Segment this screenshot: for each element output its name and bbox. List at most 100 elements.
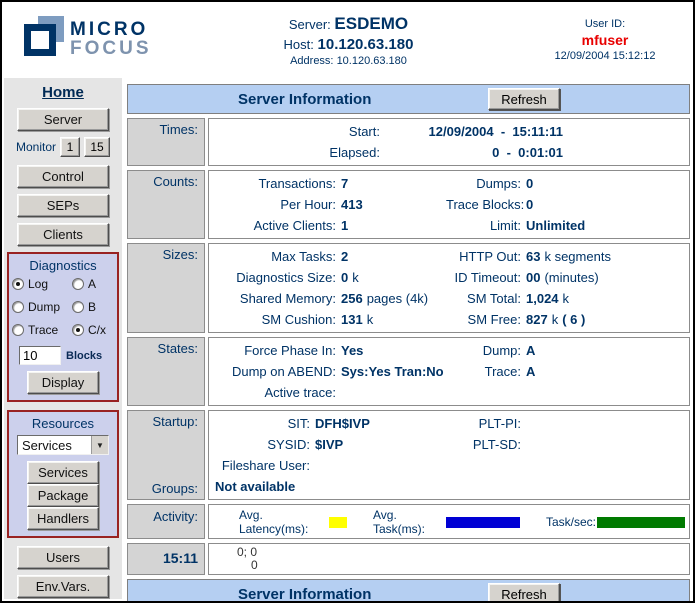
activity-label: Activity:: [127, 504, 205, 539]
panel-title: Server Information: [238, 91, 371, 108]
panel-footer-title: Server Information: [238, 586, 371, 603]
blocks-label: Blocks: [66, 350, 102, 362]
startup-content: SIT:DFH$IVPPLT-PI: SYSID:$IVPPLT-SD: Fil…: [208, 410, 690, 500]
radio-b-dot[interactable]: [72, 301, 84, 313]
times-label: Times:: [127, 118, 205, 166]
envvars-button[interactable]: Env.Vars.: [17, 575, 109, 598]
counts-row: Counts: Transactions:7Dumps:0 Per Hour:4…: [127, 170, 690, 239]
monitor-count-button[interactable]: 15: [84, 137, 110, 157]
panel-footer-band: Server Information Refresh: [127, 579, 690, 603]
task-swatch: [446, 517, 520, 528]
legend-task-per-sec: Task/sec:: [546, 515, 685, 529]
page-header: MICRO FOCUS Server: ESDEMO Host: 10.120.…: [2, 2, 693, 78]
diagnostics-title: Diagnostics: [11, 258, 115, 273]
user-info: User ID: mfuser 12/09/2004 15:12:12: [525, 18, 685, 62]
elapsed-value: 0 - 0:01:01: [385, 142, 563, 163]
sample-line-1: 0; 0: [237, 546, 685, 559]
user-id-value: mfuser: [525, 32, 685, 48]
radio-log[interactable]: Log: [12, 277, 72, 291]
panel-header-band: Server Information Refresh: [127, 84, 690, 114]
states-label: States:: [127, 337, 205, 406]
address-value: 10.120.63.180: [337, 55, 407, 67]
refresh-button[interactable]: Refresh: [488, 88, 560, 110]
sample-line-2: 0: [237, 559, 685, 572]
server-identity: Server: ESDEMO Host: 10.120.63.180 Addre…: [172, 14, 525, 67]
start-label: Start:: [213, 121, 385, 142]
states-row: States: Force Phase In:YesDump:A Dump on…: [127, 337, 690, 406]
groups-label: Groups:: [130, 481, 198, 496]
states-content: Force Phase In:YesDump:A Dump on ABEND:S…: [208, 337, 690, 406]
diagnostics-radio-grid: Log A Dump B Trace C/x: [11, 277, 115, 337]
app-window: MICRO FOCUS Server: ESDEMO Host: 10.120.…: [0, 0, 695, 603]
radio-trace[interactable]: Trace: [12, 323, 72, 337]
server-name: ESDEMO: [334, 14, 408, 33]
startup-row: Startup: Groups: SIT:DFH$IVPPLT-PI: SYSI…: [127, 410, 690, 500]
footer-refresh-button[interactable]: Refresh: [488, 583, 560, 603]
host-label: Host:: [284, 37, 314, 52]
monitor-label: Monitor: [16, 140, 56, 154]
control-button[interactable]: Control: [17, 165, 109, 188]
legend-avg-latency: Avg. Latency(ms):: [239, 508, 347, 536]
blocks-input[interactable]: [19, 346, 61, 365]
startup-label: Startup:: [130, 414, 198, 429]
latency-swatch: [329, 517, 347, 528]
startup-groups-labels: Startup: Groups:: [127, 410, 205, 500]
monitor-row: Monitor 1 15: [4, 137, 122, 157]
seps-button[interactable]: SEPs: [17, 194, 109, 217]
radio-dump-dot[interactable]: [12, 301, 24, 313]
user-id-label: User ID:: [525, 18, 685, 30]
chevron-down-icon[interactable]: ▼: [91, 436, 108, 454]
radio-b[interactable]: B: [72, 300, 114, 314]
logo-word-micro: MICRO: [70, 20, 152, 39]
server-button[interactable]: Server: [17, 108, 109, 131]
activity-row: Activity: Avg. Latency(ms): Avg. Task(ms…: [127, 504, 690, 539]
micro-focus-logo: MICRO FOCUS: [12, 12, 172, 68]
clients-button[interactable]: Clients: [17, 223, 109, 246]
radio-trace-dot[interactable]: [12, 324, 24, 336]
radio-a-dot[interactable]: [72, 278, 84, 290]
tasksec-swatch: [597, 517, 685, 528]
monitor-interval-button[interactable]: 1: [60, 137, 80, 157]
host-value: 10.120.63.180: [318, 36, 414, 53]
legend-avg-task: Avg. Task(ms):: [373, 508, 520, 536]
login-timestamp: 12/09/2004 15:12:12: [525, 50, 685, 62]
radio-log-dot[interactable]: [12, 278, 24, 290]
server-label: Server:: [289, 17, 331, 32]
counts-content: Transactions:7Dumps:0 Per Hour:413Trace …: [208, 170, 690, 239]
blocks-row: Blocks: [19, 346, 115, 365]
diagnostics-group: Diagnostics Log A Dump B Trace C/x Block…: [7, 252, 119, 402]
resources-title: Resources: [11, 416, 115, 431]
sizes-row: Sizes: Max Tasks:2HTTP Out:63k segments …: [127, 243, 690, 333]
activity-legend: Avg. Latency(ms): Avg. Task(ms): Task/se…: [208, 504, 690, 539]
sizes-label: Sizes:: [127, 243, 205, 333]
times-row: Times: Start:12/09/2004 - 15:11:11 Elaps…: [127, 118, 690, 166]
services-button[interactable]: Services: [27, 461, 99, 484]
times-content: Start:12/09/2004 - 15:11:11 Elapsed:0 - …: [208, 118, 690, 166]
groups-value: Not available: [213, 476, 685, 497]
resources-group: Resources Services ▼ Services Package Ha…: [7, 410, 119, 538]
sample-values: 0; 0 0: [208, 543, 690, 575]
logo-square-front: [24, 24, 56, 56]
package-button[interactable]: Package: [27, 484, 99, 507]
sizes-content: Max Tasks:2HTTP Out:63k segments Diagnos…: [208, 243, 690, 333]
users-button[interactable]: Users: [17, 546, 109, 569]
logo-word-focus: FOCUS: [70, 39, 152, 58]
handlers-button[interactable]: Handlers: [27, 507, 99, 530]
server-information-panel: Server Information Refresh Times: Start:…: [127, 84, 690, 603]
radio-dump[interactable]: Dump: [12, 300, 72, 314]
address-label: Address:: [290, 55, 333, 67]
activity-sample-row: 15:11 0; 0 0: [127, 543, 690, 575]
start-value: 12/09/2004 - 15:11:11: [385, 121, 563, 142]
logo-text: MICRO FOCUS: [70, 20, 152, 58]
sample-time: 15:11: [127, 543, 205, 575]
sidebar: Home Server Monitor 1 15 Control SEPs Cl…: [4, 78, 122, 599]
radio-cx-dot[interactable]: [72, 324, 84, 336]
resources-select-value: Services: [18, 436, 91, 454]
radio-cx[interactable]: C/x: [72, 323, 114, 337]
radio-a[interactable]: A: [72, 277, 114, 291]
home-link[interactable]: Home: [4, 84, 122, 101]
display-button[interactable]: Display: [27, 371, 99, 394]
counts-label: Counts:: [127, 170, 205, 239]
resources-select[interactable]: Services ▼: [17, 435, 109, 455]
elapsed-label: Elapsed:: [213, 142, 385, 163]
